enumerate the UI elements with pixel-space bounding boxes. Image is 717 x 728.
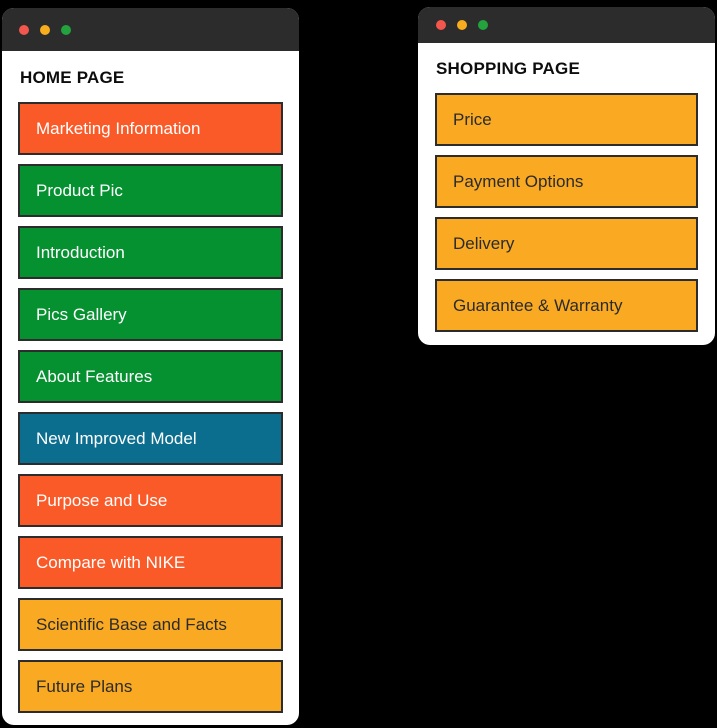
nav-button-label: Price xyxy=(453,110,492,129)
maximize-dot-icon[interactable] xyxy=(61,24,71,35)
nav-button[interactable]: New Improved Model xyxy=(18,412,283,465)
nav-button-label: Product Pic xyxy=(36,181,123,200)
minimize-dot-icon[interactable] xyxy=(457,20,467,30)
home-button-list: Marketing Information Product Pic Introduc… xyxy=(18,102,283,713)
nav-button[interactable]: About Features xyxy=(18,350,283,403)
titlebar-home-page[interactable] xyxy=(2,8,299,51)
nav-button-label: Introduction xyxy=(36,243,125,262)
page-title-shopping: SHOPPING PAGE xyxy=(436,59,580,78)
nav-button-label: Purpose and Use xyxy=(36,491,168,510)
nav-button[interactable]: Scientific Base and Facts xyxy=(18,598,283,651)
nav-button[interactable]: Payment Options xyxy=(435,155,698,208)
nav-button[interactable]: Purpose and Use xyxy=(18,474,283,527)
nav-button[interactable]: Future Plans xyxy=(18,660,283,713)
close-dot-icon[interactable] xyxy=(436,20,446,30)
traffic-lights-home xyxy=(19,24,71,35)
nav-button-label: About Features xyxy=(36,367,153,386)
window-home-page: HOME PAGE Marketing Information Product P… xyxy=(2,8,299,725)
close-dot-icon[interactable] xyxy=(19,24,29,35)
shopping-page-body: SHOPPING PAGE Price Payment Options Delive… xyxy=(418,59,715,332)
nav-button-label: New Improved Model xyxy=(36,429,197,448)
nav-button-label: Compare with NIKE xyxy=(36,553,186,572)
traffic-lights-shopping xyxy=(436,20,488,30)
nav-button-label: Payment Options xyxy=(453,172,584,191)
nav-button-label: Scientific Base and Facts xyxy=(36,615,227,634)
nav-button-label: Marketing Information xyxy=(36,119,201,138)
shopping-button-list: Price Payment Options Delivery Guarantee & … xyxy=(435,93,698,332)
nav-button[interactable]: Compare with NIKE xyxy=(18,536,283,589)
window-shopping-page: SHOPPING PAGE Price Payment Options Delive… xyxy=(418,7,715,345)
page-title-home: HOME PAGE xyxy=(20,68,125,87)
nav-button[interactable]: Product Pic xyxy=(18,164,283,217)
maximize-dot-icon[interactable] xyxy=(478,20,488,30)
nav-button-label: Pics Gallery xyxy=(36,305,127,324)
nav-button-label: Delivery xyxy=(453,234,515,253)
nav-button[interactable]: Introduction xyxy=(18,226,283,279)
nav-button[interactable]: Guarantee & Warranty xyxy=(435,279,698,332)
home-page-body: HOME PAGE Marketing Information Product P… xyxy=(2,68,299,713)
titlebar-shopping-page[interactable] xyxy=(418,7,715,43)
nav-button[interactable]: Delivery xyxy=(435,217,698,270)
nav-button[interactable]: Pics Gallery xyxy=(18,288,283,341)
minimize-dot-icon[interactable] xyxy=(40,24,50,35)
nav-button[interactable]: Price xyxy=(435,93,698,146)
nav-button-label: Guarantee & Warranty xyxy=(453,296,623,315)
nav-button-label: Future Plans xyxy=(36,677,133,696)
nav-button[interactable]: Marketing Information xyxy=(18,102,283,155)
